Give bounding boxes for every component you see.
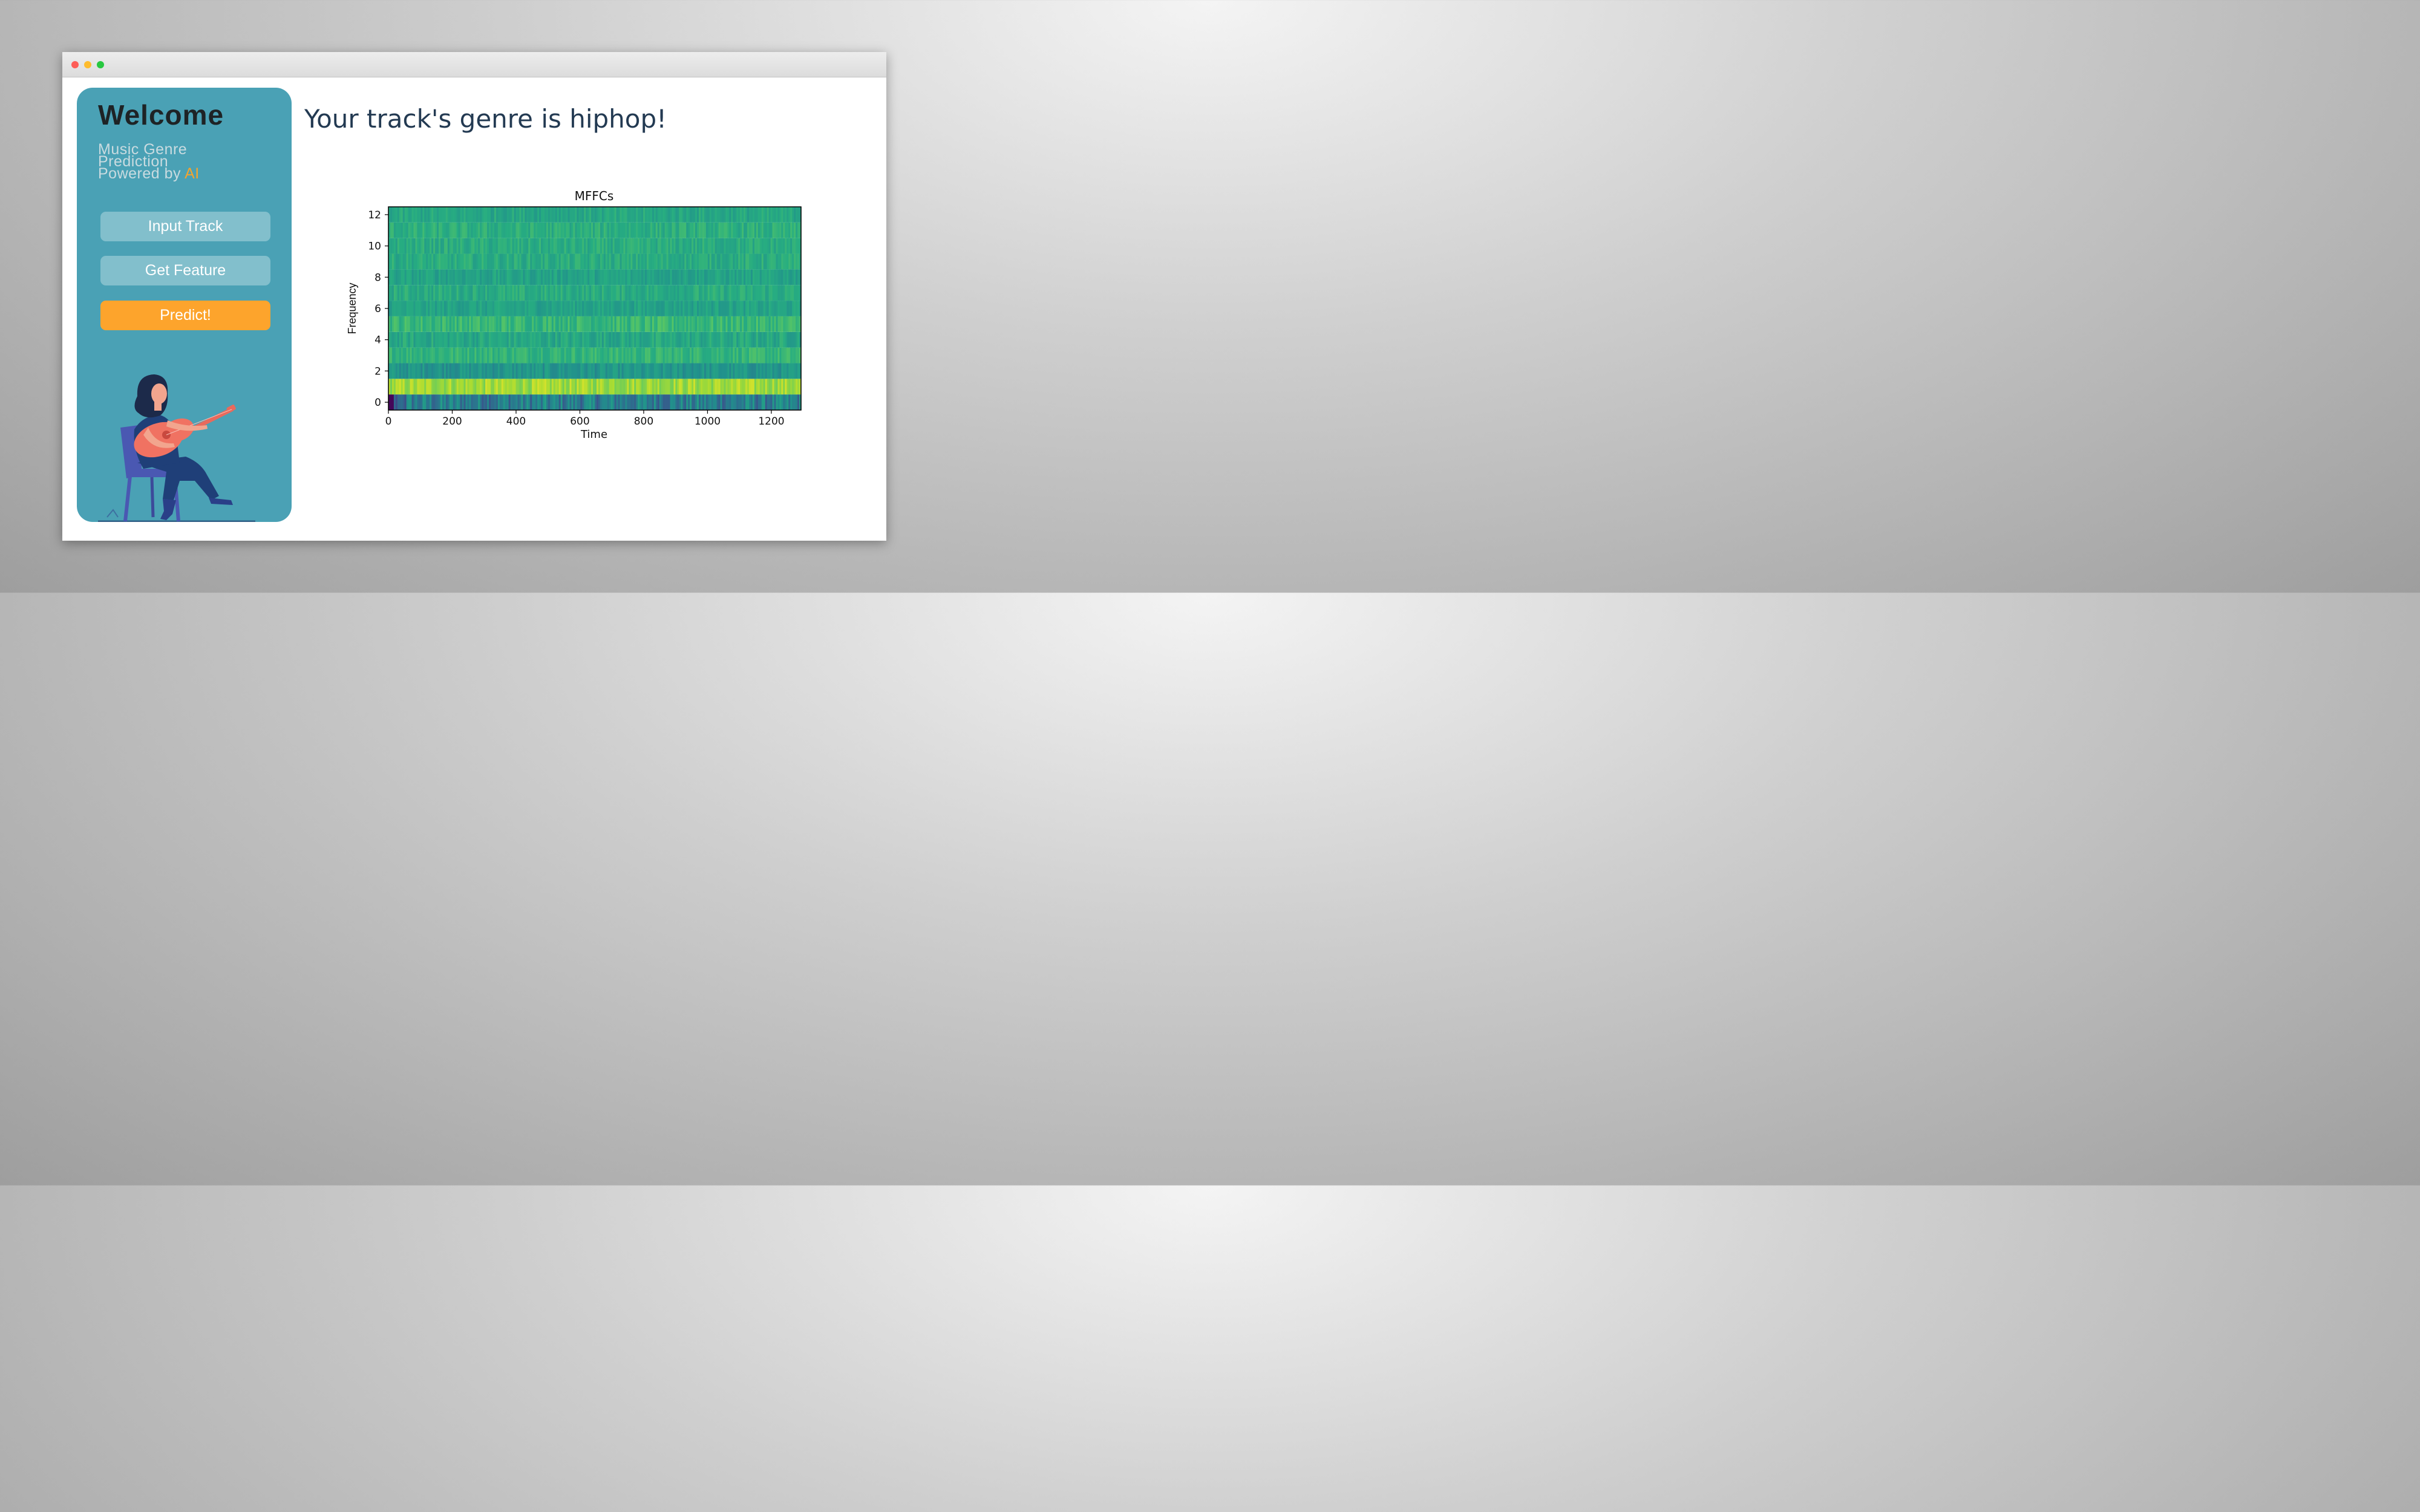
tagline-ai-highlight: AI — [185, 165, 200, 182]
window-titlebar — [62, 52, 886, 77]
x-tick-label: 0 — [385, 415, 392, 428]
woman-playing-guitar-illustration — [98, 374, 255, 522]
x-tick-label: 1200 — [758, 415, 784, 428]
browser-window: Welcome Music Genre Prediction Powered b… — [62, 52, 886, 541]
app-tagline: Music Genre Prediction Powered by AI — [98, 142, 280, 182]
predict-button[interactable]: Predict! — [100, 301, 270, 330]
chart-title: MFFCs — [575, 189, 614, 203]
y-tick-label: 12 — [368, 209, 381, 221]
plant-icon — [106, 509, 119, 518]
chart-y-axis-label: Frequency — [346, 282, 358, 334]
x-tick-label: 1000 — [695, 415, 721, 428]
maximize-window-button[interactable] — [97, 61, 104, 68]
y-tick-label: 8 — [374, 272, 381, 284]
head-shape — [134, 374, 168, 418]
tagline-powered-by: Powered by — [98, 165, 185, 182]
welcome-heading: Welcome — [98, 99, 224, 131]
y-tick-label: 0 — [374, 397, 381, 409]
x-tick-label: 400 — [506, 415, 526, 428]
y-tick-label: 2 — [374, 365, 381, 377]
x-tick-label: 800 — [634, 415, 653, 428]
sidebar-panel: Welcome Music Genre Prediction Powered b… — [77, 88, 292, 522]
y-tick-label: 4 — [374, 334, 381, 347]
x-tick-label: 600 — [570, 415, 589, 428]
tagline-line-3: Powered by AI — [98, 165, 280, 182]
close-window-button[interactable] — [71, 61, 79, 68]
minimize-window-button[interactable] — [84, 61, 91, 68]
get-feature-button[interactable]: Get Feature — [100, 256, 270, 285]
y-tick-label: 6 — [374, 303, 381, 315]
x-tick-label: 200 — [442, 415, 462, 428]
input-track-button[interactable]: Input Track — [100, 212, 270, 241]
y-tick-label: 10 — [368, 241, 381, 253]
genre-result-heading: Your track's genre is hiphop! — [304, 104, 667, 134]
mfcc-heatmap-chart: MFFCs Time Frequency 0 200 400 600 800 1000 12… — [346, 189, 802, 439]
chart-x-axis-label: Time — [580, 428, 607, 439]
heatmap-cells — [388, 207, 802, 410]
